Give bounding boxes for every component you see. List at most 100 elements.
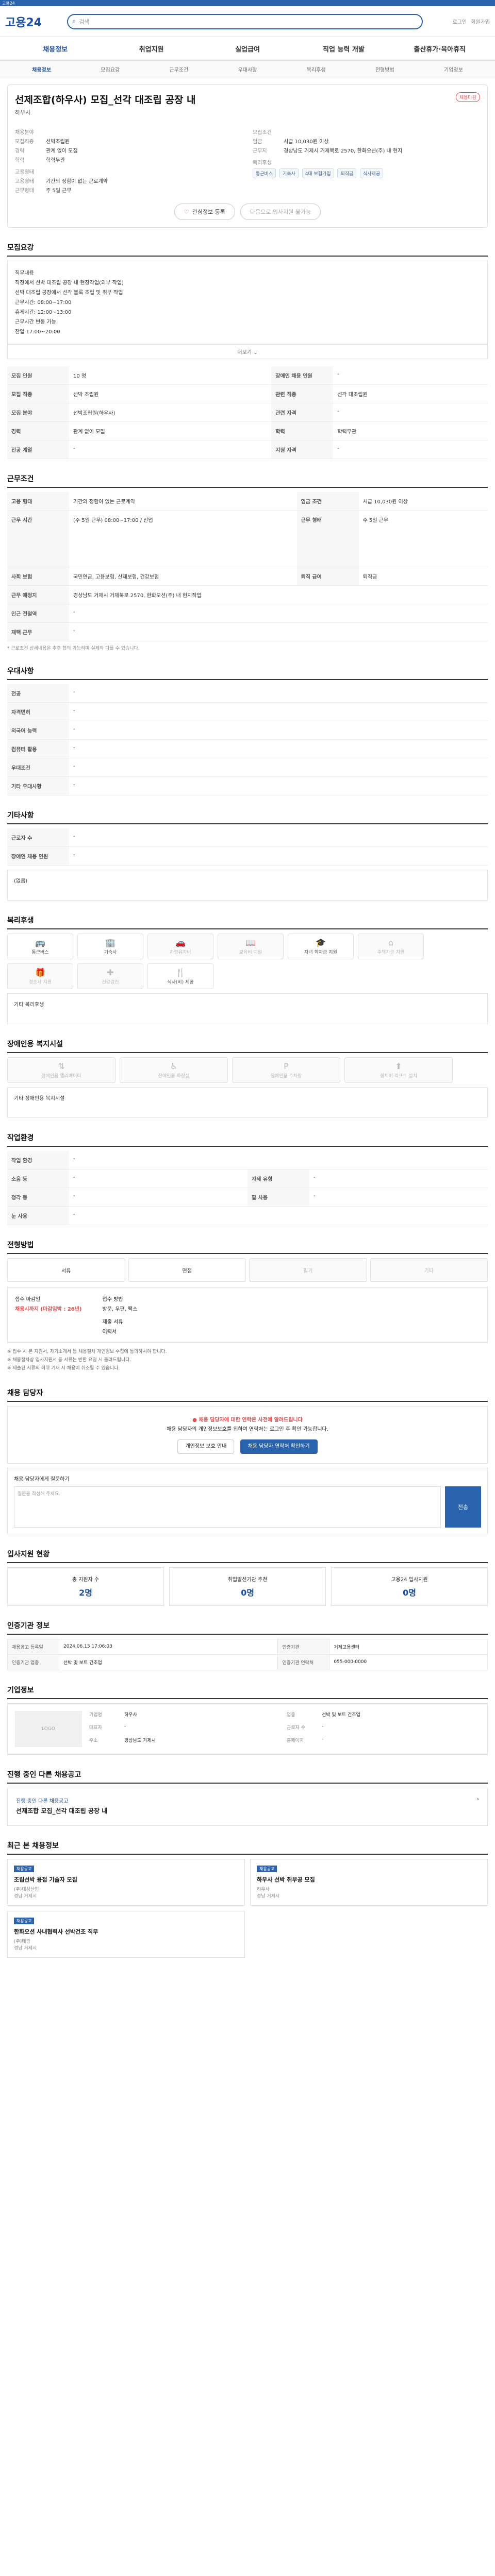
stat-agency: 취업알선기관 추천 0명 <box>169 1567 326 1606</box>
tab-conditions[interactable]: 근무조건 <box>144 65 213 73</box>
benefit-car: 🚗 차량유지비 <box>147 934 213 959</box>
cell-value: 기간의 정함이 없는 근로계약 <box>69 492 297 511</box>
search-input[interactable]: ⌕ 검색 <box>67 13 423 29</box>
benefit-chip: 통근버스 <box>253 168 276 178</box>
kv-key: 대표자 <box>89 1725 102 1731</box>
tab-selection[interactable]: 전형방법 <box>351 65 419 73</box>
cell-value: - <box>333 440 488 459</box>
benefit-chip: 퇴직금 <box>337 168 357 178</box>
kv-value: - <box>322 1723 324 1729</box>
qa-send-button[interactable]: 전송 <box>445 1486 481 1528</box>
menu-employment-support[interactable]: 취업지원 <box>103 44 199 54</box>
benefit-housing: ⌂ 주택자금 지원 <box>358 934 424 959</box>
cell-head: 전공 계열 <box>7 440 69 459</box>
benefit-label: 식사(비) 제공 <box>167 980 194 985</box>
apply-method: 방문, 우편, 팩스 <box>102 1307 138 1312</box>
stat-label: 취업알선기관 추천 <box>227 1577 268 1583</box>
site-logo[interactable]: 고용24 <box>5 13 62 30</box>
menu-unemployment-benefit[interactable]: 실업급여 <box>200 44 295 54</box>
similar-heading: 진행 중인 다른 채용공고 <box>7 1769 488 1784</box>
benefit-meal: 🍴 식사(비) 제공 <box>147 963 213 989</box>
benefit-label: 자녀 학자금 지원 <box>304 950 337 955</box>
cell-value: - <box>69 440 272 459</box>
cell-value: 주 5일 근무 <box>358 510 488 567</box>
apply-note: ※ 제출된 서류의 허위 기재 시 채용이 취소될 수 있습니다. <box>7 1366 120 1371</box>
kv-value: 기간의 정함이 없는 근로계약 <box>46 179 108 184</box>
login-link[interactable]: 로그인 <box>453 18 467 25</box>
recruit-line: 직장에서 선박 대조립 공장 내 현장작업(외부 작업) <box>15 280 124 286</box>
contact-button[interactable]: 채용 담당자 연락처 확인하기 <box>240 1439 318 1454</box>
stat-value: 0명 <box>403 1587 416 1598</box>
stat-value: 2명 <box>79 1587 92 1598</box>
kv-key: 경력 <box>15 148 25 154</box>
summary-heading: 모집조건 <box>253 130 272 135</box>
privacy-button[interactable]: 개인정보 보호 안내 <box>177 1439 235 1454</box>
registration-table: 채용공고 등록일 2024.06.13 17:06:03 인증기관 거제고용센터 인증… <box>7 1638 488 1670</box>
cell-value: 학력무관 <box>333 421 488 440</box>
signup-link[interactable]: 회원가입 <box>471 18 490 25</box>
disabled-label: 휠체어 리프트 설치 <box>380 1074 417 1079</box>
util-links: 로그인 회원가입 <box>428 18 490 25</box>
tab-preferences[interactable]: 우대사항 <box>213 65 282 73</box>
recent-job-card[interactable]: 채용공고 조립선박 용접 기술자 모집 (주)대성산업 경남 거제시 <box>7 1858 245 1906</box>
similar-card[interactable]: 진행 중인 다른 채용공고 선제조합 모집_선각 대조립 공장 내 › <box>7 1787 488 1826</box>
job-card-title[interactable]: 조립선박 용접 기술자 모집 <box>14 1875 238 1884</box>
other-heading: 기타사항 <box>7 810 488 824</box>
stat-value: 0명 <box>241 1587 254 1598</box>
preferences-heading: 우대사항 <box>7 666 488 680</box>
apply-button[interactable]: 다음으로 입사지원 불가능 <box>240 204 321 220</box>
benefit-dorm: 🏢 기숙사 <box>77 934 143 959</box>
cell-head: 청각 등 <box>7 1188 69 1207</box>
step-interview: 면접 <box>128 1258 246 1282</box>
job-card-company: (주)태광 <box>14 1939 30 1944</box>
parking-icon: P <box>284 1061 289 1071</box>
lift-icon: ⬆ <box>395 1061 402 1071</box>
cell-head: 재택 근무 <box>7 622 69 641</box>
gift-icon: 🎁 <box>35 968 45 977</box>
selection-steps: 서류 면접 필기 기타 <box>7 1258 488 1282</box>
qa-box: 채용 담당자에게 질문하기 질문을 작성해 주세요. 전송 <box>7 1467 488 1534</box>
job-card-title[interactable]: 한화오션 사내협력사 선박건조 직무 <box>14 1927 238 1936</box>
cell-head: 고용 형태 <box>7 492 69 511</box>
benefits-other: 기타 복리후생 <box>7 993 488 1024</box>
menu-jobs[interactable]: 채용정보 <box>7 44 103 54</box>
recent-job-card[interactable]: 채용공고 한화오션 사내협력사 선박건조 직무 (주)태광 경남 거제시 <box>7 1910 245 1958</box>
cell-head: 관련 직종 <box>271 384 334 403</box>
cell-head: 근무 시간 <box>7 510 69 567</box>
benefits-heading: 복리후생 <box>7 915 488 929</box>
summary-right: 모집조건 임금 시급 10,030원 이상 근무지 경상남도 거제시 거제북로 25… <box>253 124 480 195</box>
cell-value: - <box>333 403 488 422</box>
company-name[interactable]: 하우사 <box>15 108 196 116</box>
scrap-button[interactable]: ♡ 관심정보 등록 <box>174 204 235 220</box>
disabled-parking: P 장애인용 주차장 <box>232 1057 340 1083</box>
cell-head: 임금 조건 <box>296 492 359 511</box>
recruit-more-button[interactable]: 더보기 ⌄ <box>7 345 488 359</box>
health-icon: ✚ <box>107 968 114 977</box>
cell-value: - <box>69 758 488 777</box>
cell-head: 장애인 채용 인원 <box>7 846 69 866</box>
menu-parental-leave[interactable]: 출산휴가·육아휴직 <box>392 44 488 54</box>
recent-jobs: 채용공고 조립선박 용접 기술자 모집 (주)대성산업 경남 거제시 채용공고 하우사 … <box>7 1858 488 1958</box>
kv-value: 하우사 <box>124 1712 137 1718</box>
menu-vocational-training[interactable]: 직업 능력 개발 <box>295 44 391 54</box>
job-card-title[interactable]: 하우사 선박 취부공 모집 <box>257 1875 481 1884</box>
conditions-note: * 근로조건 상세내용은 추후 협의 가능하며 실제와 다를 수 있습니다. <box>7 646 140 651</box>
heart-icon: ♡ <box>184 208 189 215</box>
benefit-label: 건강검진 <box>102 980 119 985</box>
recruit-description: 직무내용 직장에서 선박 대조립 공장 내 현장작업(외부 작업) 선박 대조립… <box>7 261 488 345</box>
tab-benefits[interactable]: 복리후생 <box>282 65 351 73</box>
elevator-icon: ⇅ <box>58 1061 65 1071</box>
tab-jobs[interactable]: 채용정보 <box>7 65 76 73</box>
disabled-heading: 장애인용 복지시설 <box>7 1039 488 1053</box>
environment-table: 작업 환경 - 소음 등 - 자세 유형 - 청각 등-팔 사용 - 눈 사용 - <box>7 1151 488 1225</box>
main-menu: 채용정보 취업지원 실업급여 직업 능력 개발 출산휴가·육아휴직 <box>0 37 495 61</box>
tab-recruit[interactable]: 모집요강 <box>76 65 144 73</box>
qa-textarea[interactable]: 질문을 작성해 주세요. <box>14 1486 441 1528</box>
recent-job-card[interactable]: 채용공고 하우사 선박 취부공 모집 하우사 경남 거제시 <box>250 1858 488 1906</box>
disabled-label: 장애인용 화장실 <box>158 1074 190 1079</box>
similar-title[interactable]: 선제조합 모집_선각 대조립 공장 내 <box>16 1806 107 1815</box>
top-strip: 고용24 <box>0 0 495 6</box>
tab-company[interactable]: 기업정보 <box>419 65 488 73</box>
benefit-chip: 식사제공 <box>360 168 384 178</box>
benefit-chip: 4대 보험가입 <box>302 168 334 178</box>
